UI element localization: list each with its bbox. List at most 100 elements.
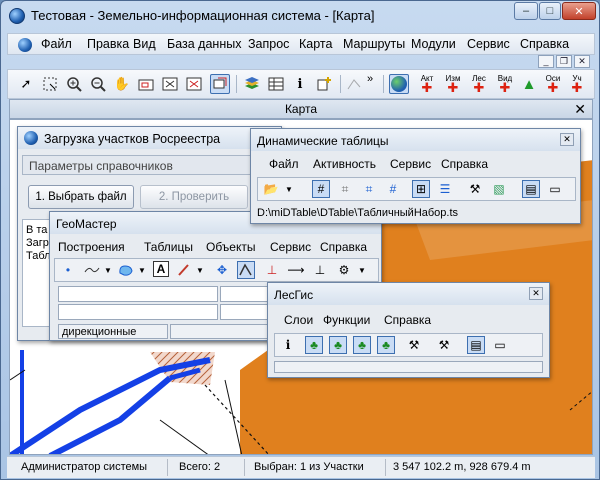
- text-tool-icon[interactable]: A: [153, 261, 169, 277]
- plugin-izm-icon[interactable]: Изм ✚: [443, 74, 463, 95]
- menu-routes[interactable]: Маршруты: [343, 37, 405, 51]
- child-restore-button[interactable]: ❐: [556, 55, 572, 68]
- add-object-icon[interactable]: [314, 74, 334, 94]
- lesgis-form-icon[interactable]: ▤: [467, 336, 485, 354]
- angle-tool-icon[interactable]: [237, 261, 255, 279]
- point-tool-icon[interactable]: •: [59, 261, 77, 279]
- dt-menu-help[interactable]: Справка: [441, 157, 488, 171]
- geomaster-menu-build[interactable]: Построения: [58, 240, 125, 254]
- lesgis-menu-functions[interactable]: Функции: [323, 313, 370, 327]
- zoom-window-icon[interactable]: [136, 74, 156, 94]
- pen-dropdown-icon[interactable]: ▼: [191, 261, 209, 279]
- zoom-in-icon[interactable]: [64, 74, 84, 94]
- geomaster-field-c[interactable]: [58, 304, 218, 320]
- plugin-uch-icon[interactable]: Уч ✚: [567, 74, 587, 95]
- title-bar: Тестовая - Земельно-информационная систе…: [1, 1, 599, 31]
- menu-modules[interactable]: Модули: [411, 37, 456, 51]
- forest-tool-1-icon[interactable]: ♣: [305, 336, 323, 354]
- measure-icon[interactable]: [344, 74, 364, 94]
- geomaster-menu-tables[interactable]: Таблицы: [144, 240, 193, 254]
- select-file-button[interactable]: 1. Выбрать файл: [28, 185, 134, 209]
- pan-hand-icon[interactable]: ✋: [112, 74, 132, 94]
- menu-help[interactable]: Справка: [520, 37, 569, 51]
- dt-menu-activity[interactable]: Активность: [313, 157, 376, 171]
- move-tool-icon[interactable]: ✥: [213, 261, 231, 279]
- polyline-dropdown-icon[interactable]: ▼: [99, 261, 117, 279]
- maximize-button[interactable]: □: [539, 2, 561, 20]
- child-minimize-button[interactable]: _: [538, 55, 554, 68]
- select-row-icon[interactable]: #: [384, 180, 402, 198]
- info-icon[interactable]: i: [290, 74, 310, 94]
- menu-map[interactable]: Карта: [299, 37, 332, 51]
- perpendicular-tool-icon[interactable]: ⊥: [263, 261, 281, 279]
- list-view-icon[interactable]: ☰: [436, 180, 454, 198]
- geomaster-menu-help[interactable]: Справка: [320, 240, 367, 254]
- open-folder-icon[interactable]: 📂: [262, 180, 280, 198]
- settings-tool-icon[interactable]: ⚙: [335, 261, 353, 279]
- zoom-layer-icon[interactable]: [184, 74, 204, 94]
- offset-tool-icon[interactable]: ⟶: [287, 261, 305, 279]
- menu-edit[interactable]: Правка: [87, 37, 129, 51]
- forest-tool-4-icon[interactable]: ♣: [377, 336, 395, 354]
- map-window-close-icon[interactable]: ✕: [574, 100, 586, 118]
- gradient-icon[interactable]: ▧: [490, 180, 508, 198]
- lesgis-status: [274, 361, 543, 373]
- geomaster-status-left: дирекционные: [58, 324, 168, 339]
- select-col-icon[interactable]: ⌗: [360, 180, 378, 198]
- geomaster-field-a[interactable]: [58, 286, 218, 302]
- lesgis-settings-icon[interactable]: ⚒: [435, 336, 453, 354]
- globe-icon[interactable]: [389, 74, 409, 94]
- intersection-tool-icon[interactable]: ⊥: [311, 261, 329, 279]
- tree-view-icon[interactable]: ⊞: [412, 180, 430, 198]
- plugin-vid-icon[interactable]: Вид ✚: [495, 74, 515, 95]
- select-cell-icon[interactable]: ⌗: [336, 180, 354, 198]
- attribute-table-icon[interactable]: [266, 74, 286, 94]
- params-group-header[interactable]: Параметры справочников: [22, 155, 279, 175]
- polygon-dropdown-icon[interactable]: ▼: [133, 261, 151, 279]
- geomaster-menu-objects[interactable]: Объекты: [206, 240, 256, 254]
- forest-tool-2-icon[interactable]: ♣: [329, 336, 347, 354]
- menu-file[interactable]: Файл: [41, 37, 72, 51]
- lesgis-tool-icon[interactable]: ⚒: [405, 336, 423, 354]
- menu-query[interactable]: Запрос: [248, 37, 289, 51]
- plugin-les-icon[interactable]: Лес ✚: [469, 74, 489, 95]
- grid-icon[interactable]: #: [312, 180, 330, 198]
- lesgis-panel-icon[interactable]: ▭: [491, 336, 509, 354]
- tree-icon[interactable]: ▲: [519, 74, 539, 94]
- lesgis-menu-layers[interactable]: Слои: [284, 313, 313, 327]
- settings-dropdown-icon[interactable]: ▼: [353, 261, 371, 279]
- close-button[interactable]: ✕: [562, 2, 596, 20]
- forest-tool-3-icon[interactable]: ♣: [353, 336, 371, 354]
- lesgis-menu-help[interactable]: Справка: [384, 313, 431, 327]
- menu-service[interactable]: Сервис: [467, 37, 510, 51]
- plugin-act-icon[interactable]: Акт ✚: [417, 74, 437, 95]
- geomaster-menu-service[interactable]: Сервис: [270, 240, 311, 254]
- tools-icon[interactable]: ⚒: [466, 180, 484, 198]
- open-dropdown-icon[interactable]: ▼: [280, 180, 298, 198]
- child-close-button[interactable]: ✕: [574, 55, 590, 68]
- toolbar-overflow[interactable]: »: [367, 73, 373, 85]
- lesgis-close-button[interactable]: ✕: [529, 287, 543, 300]
- document-globe-icon[interactable]: [18, 38, 32, 52]
- select-arrow-icon[interactable]: ➚: [16, 74, 36, 94]
- zoom-out-icon[interactable]: [88, 74, 108, 94]
- dt-menu-service[interactable]: Сервис: [390, 157, 431, 171]
- refresh-map-icon[interactable]: [210, 74, 230, 94]
- minimize-button[interactable]: –: [514, 2, 538, 20]
- zoom-extent-icon[interactable]: [160, 74, 180, 94]
- dt-menu-file[interactable]: Файл: [269, 157, 299, 171]
- select-rect-icon[interactable]: [40, 74, 60, 94]
- log-line: В та: [26, 224, 48, 236]
- dynamic-tables-close-button[interactable]: ✕: [560, 133, 574, 146]
- app-window: Тестовая - Земельно-информационная систе…: [0, 0, 600, 480]
- form-view-icon[interactable]: ▤: [522, 180, 540, 198]
- lesgis-info-icon[interactable]: i: [279, 336, 297, 354]
- panel-view-icon[interactable]: ▭: [546, 180, 564, 198]
- log-line: Табл: [26, 250, 51, 262]
- check-button[interactable]: 2. Проверить: [140, 185, 248, 209]
- plugin-osi-icon[interactable]: Оси ✚: [543, 74, 563, 95]
- layers-icon[interactable]: [242, 74, 262, 94]
- menu-view[interactable]: Вид: [133, 37, 156, 51]
- dynamic-tables-title: Динамические таблицы: [257, 134, 389, 148]
- menu-database[interactable]: База данных: [167, 37, 241, 51]
